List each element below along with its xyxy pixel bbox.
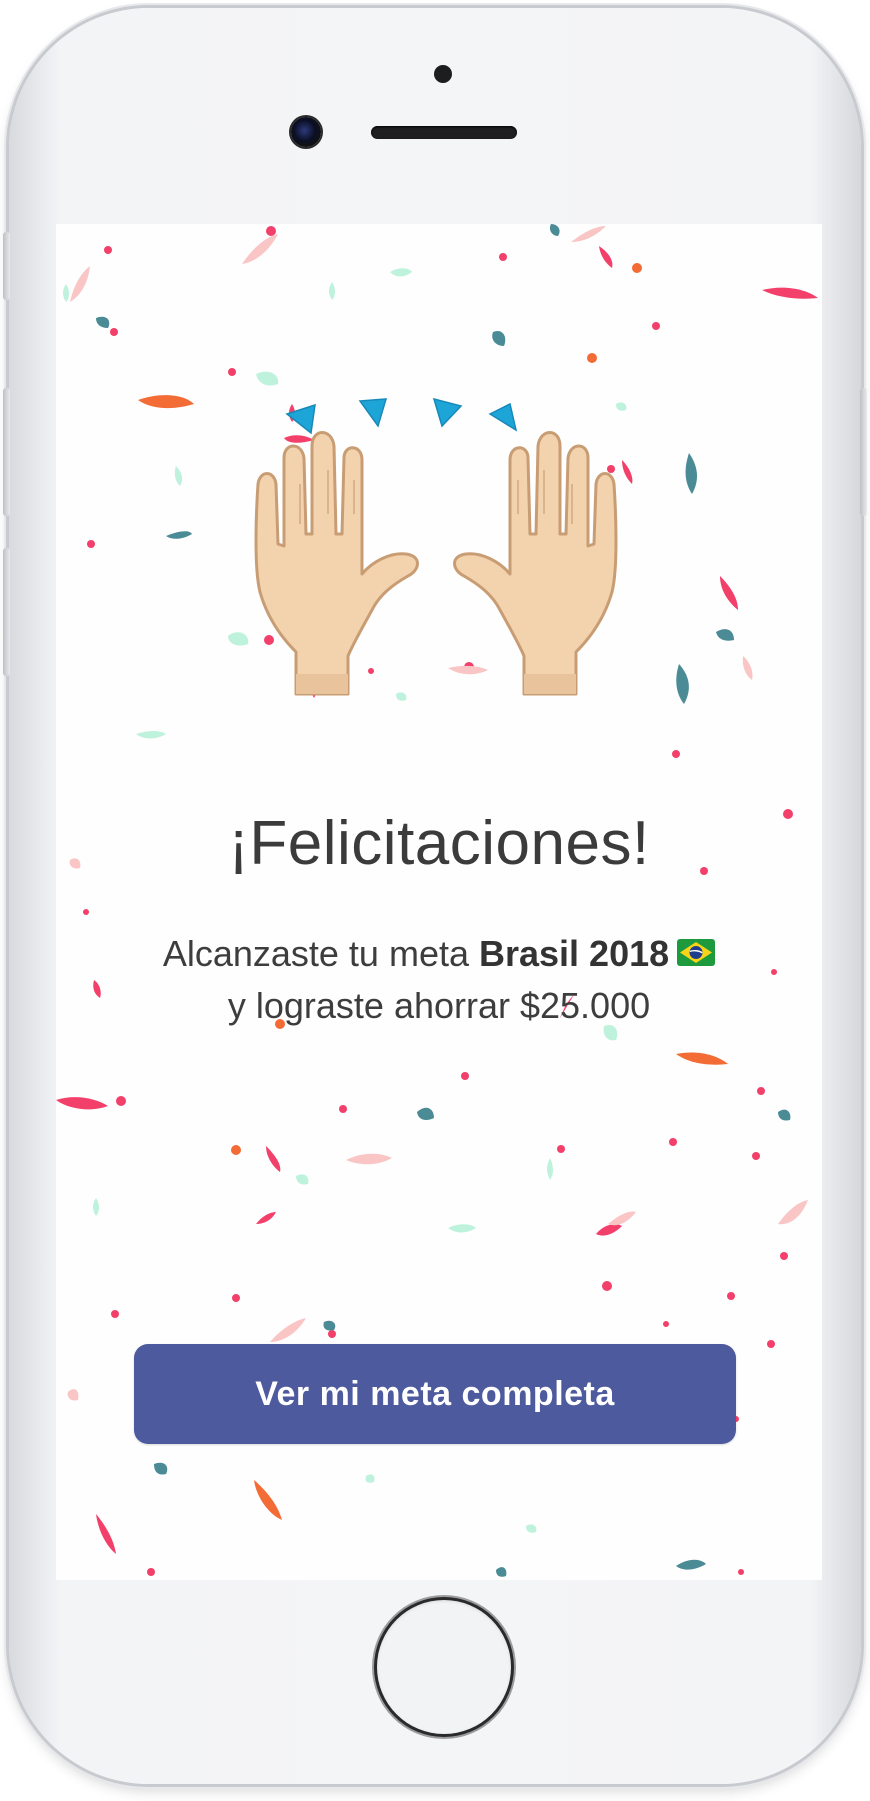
earpiece-speaker-icon [371,126,517,139]
goal-message-line-2: y lograste ahorrar $25.000 [227,985,651,1026]
brazil-flag-icon [677,938,716,966]
volume-down-button[interactable] [3,548,10,676]
goal-message: Alcanzaste tu meta Brasil 2018 y lograst… [56,928,822,1032]
volume-up-button[interactable] [3,388,10,516]
front-camera-icon [291,117,321,147]
view-full-goal-button[interactable]: Ver mi meta completa [134,1344,736,1444]
phone-frame: ¡Felicitaciones! Alcanzaste tu meta Bras… [9,8,861,1784]
goal-message-prefix: Alcanzaste tu meta [162,933,479,974]
goal-name: Brasil 2018 [479,933,670,974]
app-screen: ¡Felicitaciones! Alcanzaste tu meta Bras… [56,224,822,1580]
raising-hands-icon [254,397,618,696]
home-button-icon[interactable] [377,1600,511,1734]
goal-message-line-1: Alcanzaste tu meta Brasil 2018 [56,928,822,980]
power-button[interactable] [860,388,867,516]
mute-switch[interactable] [3,232,10,300]
proximity-sensor-icon [434,65,452,83]
page-title: ¡Felicitaciones! [228,809,650,878]
